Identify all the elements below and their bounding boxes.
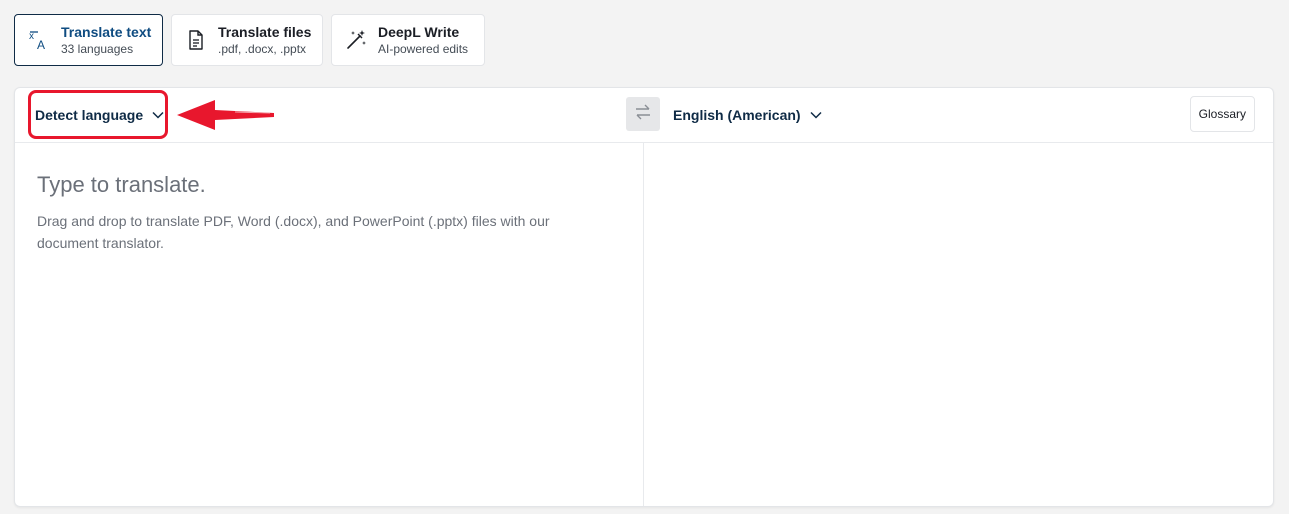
language-bar: Detect language English (American) Gloss… (15, 88, 1273, 143)
target-language-label: English (American) (673, 107, 801, 123)
svg-text:A: A (37, 38, 45, 51)
tab-title: DeepL Write (378, 24, 460, 40)
tab-translate-files[interactable]: Translate files .pdf, .docx, .pptx (171, 14, 323, 66)
tab-deepl-write[interactable]: DeepL Write AI-powered edits (331, 14, 485, 66)
tab-subtitle: AI-powered edits (378, 42, 469, 56)
source-pane: Drag and drop to translate PDF, Word (.d… (15, 143, 643, 506)
magic-wand-icon (345, 29, 367, 51)
swap-languages-button[interactable] (626, 97, 660, 131)
translator-card: Detect language English (American) Gloss… (14, 87, 1274, 507)
tab-title: Translate text (61, 24, 152, 40)
document-icon (185, 29, 207, 51)
svg-text:x: x (29, 31, 34, 42)
chevron-down-icon (151, 108, 165, 122)
tab-title: Translate files (218, 24, 312, 40)
annotation-arrow-icon (175, 93, 275, 142)
source-language-label: Detect language (35, 107, 144, 123)
tab-subtitle: 33 languages (61, 42, 134, 56)
glossary-button[interactable]: Glossary (1189, 96, 1255, 132)
tab-subtitle: .pdf, .docx, .pptx (218, 42, 307, 56)
translate-icon: x A (28, 29, 50, 51)
drag-drop-hint: Drag and drop to translate PDF, Word (.d… (37, 213, 550, 251)
swap-icon (633, 102, 653, 127)
tab-translate-text[interactable]: x A Translate text 33 languages (14, 14, 163, 66)
target-pane[interactable] (644, 143, 1273, 506)
target-language-select[interactable]: English (American) (673, 88, 823, 142)
source-language-select[interactable]: Detect language (35, 88, 165, 142)
chevron-down-icon (809, 108, 823, 122)
source-text-input[interactable] (37, 165, 617, 205)
